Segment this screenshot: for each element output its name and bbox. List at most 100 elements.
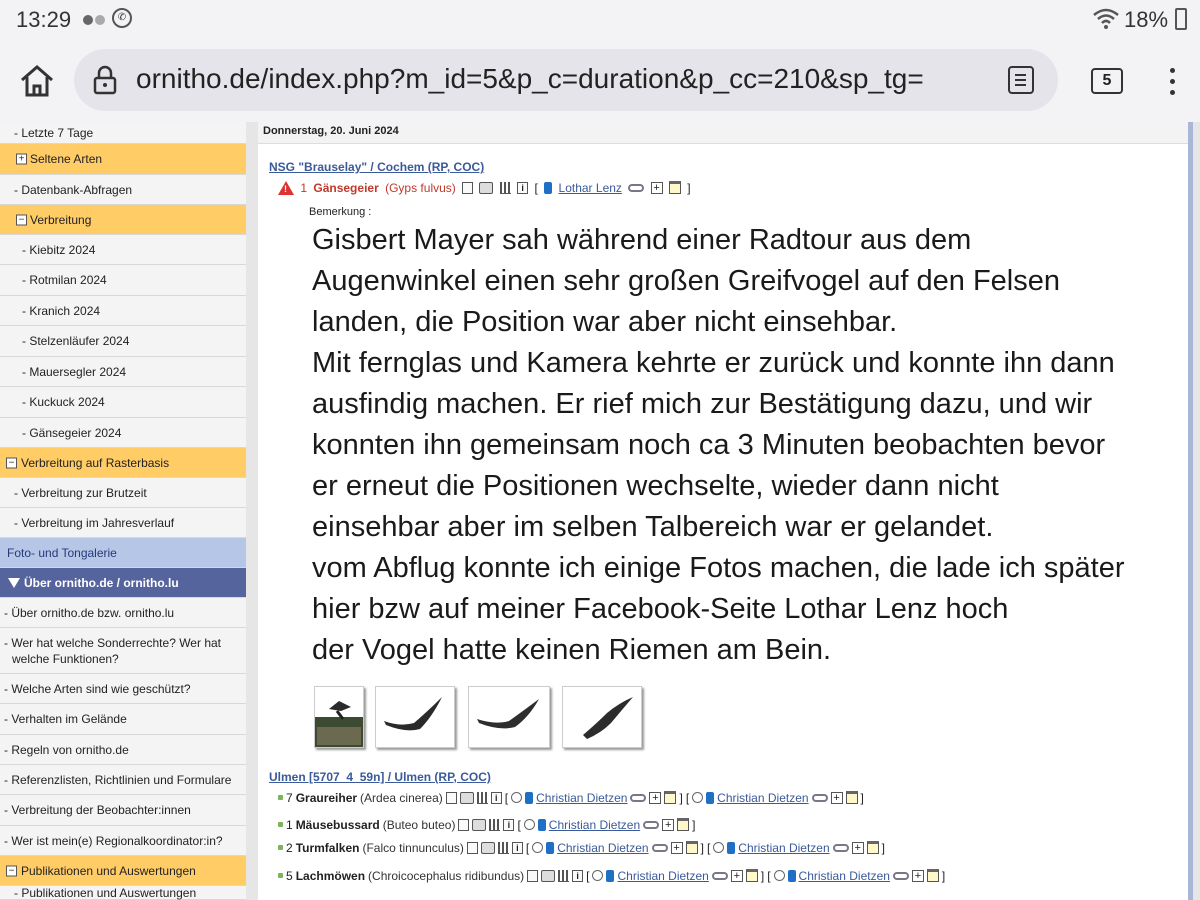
sidebar-item-21[interactable]: - Regeln von ornitho.de xyxy=(0,735,246,765)
book-icon[interactable] xyxy=(459,791,474,804)
species-name[interactable]: Lachmöwen xyxy=(296,869,365,883)
link-icon[interactable] xyxy=(628,183,645,192)
details-icon[interactable] xyxy=(445,791,457,804)
observer-link[interactable]: Lothar Lenz xyxy=(559,181,622,195)
sidebar-item-2[interactable]: + Seltene Arten xyxy=(0,144,246,175)
book-icon[interactable] xyxy=(480,841,495,854)
photo-thumbnail-1[interactable] xyxy=(314,686,364,748)
expand-icon[interactable]: + xyxy=(16,153,27,165)
sidebar-item-9[interactable]: - Mauersegler 2024 xyxy=(0,357,246,387)
book-icon[interactable] xyxy=(479,181,494,194)
sidebar-item-15[interactable]: Foto- und Tongalerie xyxy=(0,538,246,568)
info-icon[interactable]: i xyxy=(503,818,515,831)
photo-thumbnail-2[interactable] xyxy=(375,686,455,748)
link-icon[interactable] xyxy=(832,843,849,852)
tab-count-button[interactable]: 5 xyxy=(1091,68,1123,94)
notepad-icon[interactable] xyxy=(677,818,690,832)
sidebar-item-19[interactable]: - Welche Arten sind wie geschützt? xyxy=(0,674,246,704)
link-icon[interactable] xyxy=(892,871,909,880)
url-text[interactable]: ornitho.de/index.php?m_id=5&p_c=duration… xyxy=(136,63,996,97)
location-link-brauselay[interactable]: NSG "Brauselay" / Cochem (RP, COC) xyxy=(269,160,484,174)
info-icon[interactable]: i xyxy=(517,181,529,194)
sidebar-item-5[interactable]: - Kiebitz 2024 xyxy=(0,235,246,265)
observer-link[interactable]: Christian Dietzen xyxy=(617,869,708,883)
notepad-icon[interactable] xyxy=(685,841,698,855)
sidebar-item-10[interactable]: - Kuckuck 2024 xyxy=(0,387,246,418)
link-icon[interactable] xyxy=(651,843,668,852)
sidebar-item-1[interactable]: - Letzte 7 Tage xyxy=(0,122,246,144)
sidebar-item-17[interactable]: - Über ornitho.de bzw. ornitho.lu xyxy=(0,598,246,628)
sidebar-item-20[interactable]: - Verhalten im Gelände xyxy=(0,704,246,735)
chart-icon[interactable] xyxy=(497,841,509,854)
sidebar-item-4[interactable]: − Verbreitung xyxy=(0,205,246,235)
details-icon[interactable] xyxy=(462,181,474,194)
home-icon[interactable] xyxy=(18,62,56,100)
plus-icon[interactable]: + xyxy=(649,791,662,804)
plus-icon[interactable]: + xyxy=(662,818,675,831)
species-name[interactable]: Turmfalken xyxy=(296,841,360,855)
sidebar-item-16[interactable]: Über ornitho.de / ornitho.lu xyxy=(0,568,246,598)
details-icon[interactable] xyxy=(466,841,478,854)
plus-icon[interactable]: + xyxy=(830,791,843,804)
plus-icon[interactable]: + xyxy=(670,841,683,854)
sidebar-item-8[interactable]: - Stelzenläufer 2024 xyxy=(0,326,246,357)
book-icon[interactable] xyxy=(541,869,556,882)
sidebar-item-26[interactable]: - Publikationen und Auswertungen xyxy=(0,886,246,900)
sidebar-item-18[interactable]: - Wer hat welche Sonderrechte? Wer hat we… xyxy=(0,628,246,674)
collapse-icon[interactable]: − xyxy=(16,214,27,225)
notepad-icon[interactable] xyxy=(845,791,858,805)
link-icon[interactable] xyxy=(711,871,728,880)
sidebar-item-25[interactable]: − Publikationen und Auswertungen xyxy=(0,856,246,886)
details-icon[interactable] xyxy=(527,869,539,882)
notepad-icon[interactable] xyxy=(866,841,879,855)
observer-link[interactable]: Christian Dietzen xyxy=(549,818,640,832)
observer-link[interactable]: Christian Dietzen xyxy=(536,791,627,805)
chart-icon[interactable] xyxy=(558,869,570,882)
info-icon[interactable]: i xyxy=(511,841,523,854)
photo-thumbnail-3[interactable] xyxy=(468,686,550,748)
location-link-ulmen[interactable]: Ulmen [5707_4_59n] / Ulmen (RP, COC) xyxy=(269,770,491,784)
sidebar-item-11[interactable]: - Gänsegeier 2024 xyxy=(0,418,246,448)
notepad-icon[interactable] xyxy=(664,791,677,805)
sidebar-item-6[interactable]: - Rotmilan 2024 xyxy=(0,265,246,296)
chart-icon[interactable] xyxy=(499,181,511,194)
sidebar-item-7[interactable]: - Kranich 2024 xyxy=(0,296,246,326)
species-name[interactable]: Gänsegeier xyxy=(313,181,378,195)
observer-link[interactable]: Christian Dietzen xyxy=(717,791,808,805)
chart-icon[interactable] xyxy=(476,791,488,804)
sidebar-item-14[interactable]: - Verbreitung im Jahresverlauf xyxy=(0,508,246,538)
sidebar-item-24[interactable]: - Wer ist mein(e) Regionalkoordinator:in… xyxy=(0,826,246,856)
collapse-icon[interactable]: − xyxy=(6,457,17,468)
observer-link[interactable]: Christian Dietzen xyxy=(557,841,648,855)
sidebar-item-3[interactable]: - Datenbank-Abfragen xyxy=(0,175,246,205)
link-icon[interactable] xyxy=(643,820,660,829)
plus-icon[interactable]: + xyxy=(851,841,864,854)
notepad-icon[interactable] xyxy=(668,181,681,195)
species-latin: (Chroicocephalus ridibundus) xyxy=(368,868,525,883)
collapse-icon[interactable]: − xyxy=(6,865,17,876)
address-bar[interactable]: ornitho.de/index.php?m_id=5&p_c=duration… xyxy=(74,49,1058,111)
details-icon[interactable] xyxy=(458,818,470,831)
sidebar-item-23[interactable]: - Verbreitung der Beobachter:innen xyxy=(0,795,246,826)
info-icon[interactable]: i xyxy=(572,869,584,882)
photo-thumbnail-4[interactable] xyxy=(562,686,642,748)
chart-icon[interactable] xyxy=(489,818,501,831)
sidebar-item-13[interactable]: - Verbreitung zur Brutzeit xyxy=(0,478,246,508)
observer-link[interactable]: Christian Dietzen xyxy=(799,869,890,883)
sidebar-item-22[interactable]: - Referenzlisten, Richtlinien und Formul… xyxy=(0,765,246,795)
species-name[interactable]: Mäusebussard xyxy=(296,818,380,832)
reader-mode-icon[interactable] xyxy=(1008,66,1034,94)
plus-icon[interactable]: + xyxy=(650,181,663,194)
book-icon[interactable] xyxy=(472,818,487,831)
observer-link[interactable]: Christian Dietzen xyxy=(738,841,829,855)
sidebar-item-12[interactable]: − Verbreitung auf Rasterbasis xyxy=(0,448,246,478)
info-icon[interactable]: i xyxy=(490,791,502,804)
overflow-menu-icon[interactable] xyxy=(1162,68,1182,98)
plus-icon[interactable]: + xyxy=(730,869,743,882)
notepad-icon[interactable] xyxy=(745,869,758,883)
plus-icon[interactable]: + xyxy=(911,869,924,882)
notepad-icon[interactable] xyxy=(926,869,939,883)
species-name[interactable]: Graureiher xyxy=(296,791,357,805)
link-icon[interactable] xyxy=(811,793,828,802)
link-icon[interactable] xyxy=(630,793,647,802)
